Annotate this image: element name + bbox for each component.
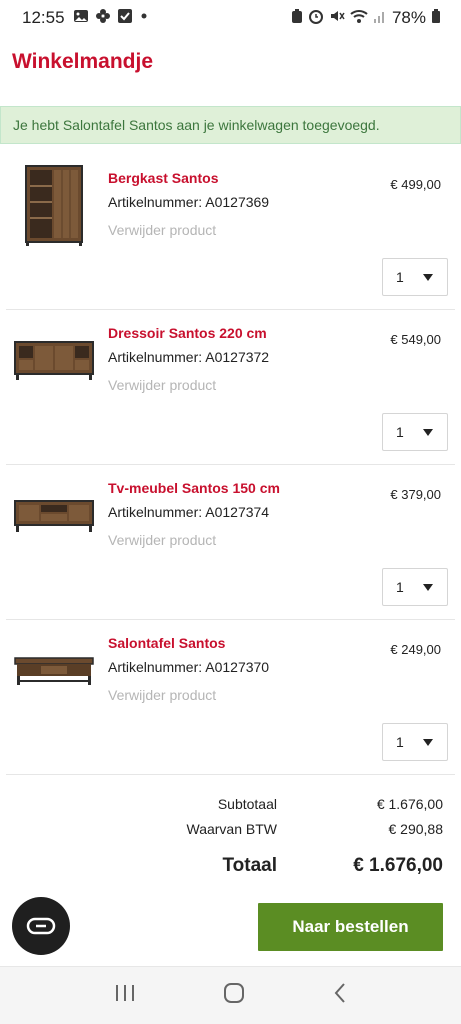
system-nav-bar xyxy=(0,966,461,1024)
home-icon[interactable] xyxy=(223,982,245,1009)
subtotal-label: Subtotaal xyxy=(217,796,277,812)
signal-icon xyxy=(373,8,387,29)
chevron-down-icon xyxy=(423,584,433,591)
product-image-tv-stand[interactable] xyxy=(12,473,96,557)
cart-item: Tv-meubel Santos 150 cm Artikelnummer: A… xyxy=(6,465,455,620)
quantity-value: 1 xyxy=(396,424,404,440)
alarm-icon xyxy=(308,8,324,29)
remove-product-link[interactable]: Verwijder product xyxy=(108,377,216,393)
status-time: 12:55 xyxy=(22,8,65,27)
quantity-value: 1 xyxy=(396,269,404,285)
product-name[interactable]: Bergkast Santos xyxy=(108,170,218,186)
subtotal-value: € 1.676,00 xyxy=(376,796,443,812)
product-name[interactable]: Tv-meubel Santos 150 cm xyxy=(108,480,280,496)
chevron-down-icon xyxy=(423,739,433,746)
dot-icon xyxy=(139,8,149,29)
battery-icon xyxy=(431,8,441,29)
product-price: € 549,00 xyxy=(390,332,441,347)
quantity-select[interactable]: 1 xyxy=(382,258,448,296)
total-label: Totaal xyxy=(222,855,277,876)
product-image-sideboard[interactable] xyxy=(12,318,96,402)
notice-text: Je hebt Salontafel Santos aan je winkelw… xyxy=(13,117,380,133)
product-name[interactable]: Salontafel Santos xyxy=(108,635,225,651)
product-sku: Artikelnummer: A0127370 xyxy=(108,659,270,675)
quantity-value: 1 xyxy=(396,579,404,595)
chevron-down-icon xyxy=(423,429,433,436)
back-icon[interactable] xyxy=(333,982,347,1009)
status-bar: 12:55 78% xyxy=(0,0,461,36)
flower-icon xyxy=(95,8,111,29)
quantity-select[interactable]: 1 xyxy=(382,723,448,761)
cart-list: Bergkast Santos Artikelnummer: A0127369 … xyxy=(0,155,461,775)
cart-item: Bergkast Santos Artikelnummer: A0127369 … xyxy=(6,155,455,310)
product-price: € 379,00 xyxy=(390,487,441,502)
checkbox-icon xyxy=(117,8,133,29)
product-name[interactable]: Dressoir Santos 220 cm xyxy=(108,325,267,341)
product-price: € 249,00 xyxy=(390,642,441,657)
vat-label: Waarvan BTW xyxy=(186,821,278,837)
battery-percentage: 78% xyxy=(391,8,426,27)
product-image-cabinet[interactable] xyxy=(12,163,96,247)
remove-product-link[interactable]: Verwijder product xyxy=(108,687,216,703)
cart-item: Salontafel Santos Artikelnummer: A012737… xyxy=(6,620,455,775)
product-sku: Artikelnummer: A0127372 xyxy=(108,349,270,365)
recent-apps-icon[interactable] xyxy=(114,983,136,1008)
mute-icon xyxy=(329,8,345,29)
chat-icon xyxy=(26,917,56,935)
chevron-down-icon xyxy=(423,274,433,281)
page-title: Winkelmandje xyxy=(12,50,154,73)
product-price: € 499,00 xyxy=(390,177,441,192)
product-sku: Artikelnummer: A0127369 xyxy=(108,194,270,210)
product-image-coffee-table[interactable] xyxy=(12,628,96,712)
remove-product-link[interactable]: Verwijder product xyxy=(108,532,216,548)
quantity-select[interactable]: 1 xyxy=(382,413,448,451)
quantity-select[interactable]: 1 xyxy=(382,568,448,606)
added-to-cart-notice: Je hebt Salontafel Santos aan je winkelw… xyxy=(0,106,461,144)
order-button[interactable]: Naar bestellen xyxy=(258,903,443,951)
cart-item: Dressoir Santos 220 cm Artikelnummer: A0… xyxy=(6,310,455,465)
vat-value: € 290,88 xyxy=(388,821,444,837)
quantity-value: 1 xyxy=(396,734,404,750)
chat-button[interactable] xyxy=(12,897,70,955)
total-value: € 1.676,00 xyxy=(353,855,443,876)
battery-saver-icon xyxy=(291,8,303,29)
gallery-icon xyxy=(73,8,89,29)
remove-product-link[interactable]: Verwijder product xyxy=(108,222,216,238)
wifi-icon xyxy=(350,8,368,29)
product-sku: Artikelnummer: A0127374 xyxy=(108,504,270,520)
